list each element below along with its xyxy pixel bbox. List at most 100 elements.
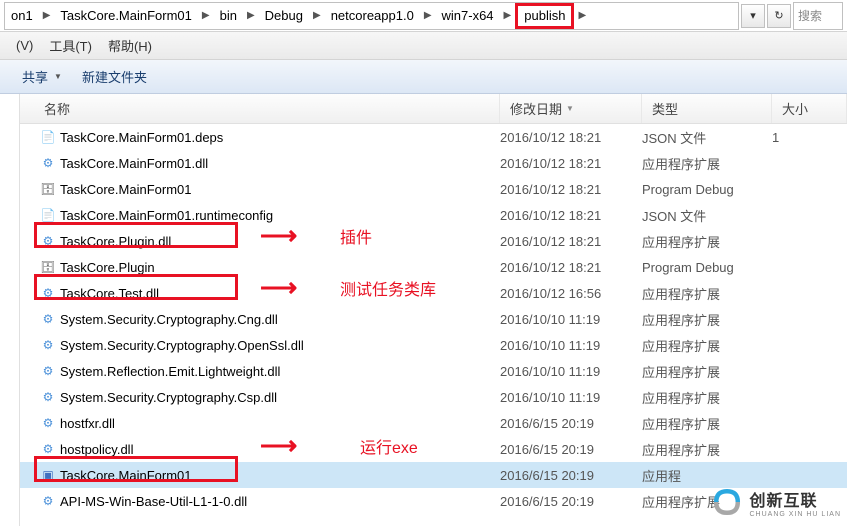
crumb-win7[interactable]: win7-x64 bbox=[436, 3, 500, 29]
file-name: System.Security.Cryptography.Csp.dll bbox=[60, 390, 277, 405]
logo-text: 创新互联 bbox=[749, 487, 841, 511]
menu-help[interactable]: 帮助(H) bbox=[100, 36, 160, 55]
file-name-cell: 🗄 TaskCore.Plugin bbox=[20, 259, 500, 275]
menu-bar: (V) 工具(T) 帮助(H) bbox=[0, 32, 847, 60]
file-date: 2016/6/15 20:19 bbox=[500, 416, 642, 431]
file-row[interactable]: 🗄 TaskCore.Plugin 2016/10/12 18:21Program … bbox=[20, 254, 847, 280]
col-date[interactable]: 修改日期▼ bbox=[500, 94, 642, 123]
file-date: 2016/10/10 11:19 bbox=[500, 364, 642, 379]
chevron-right-icon[interactable]: ▶ bbox=[500, 10, 516, 21]
file-row[interactable]: 🗄TaskCore.MainForm012016/10/12 18:21Prog… bbox=[20, 176, 847, 202]
file-name: TaskCore.MainForm01.runtimeconfig bbox=[60, 208, 273, 223]
file-row[interactable]: 📄TaskCore.MainForm01.deps2016/10/12 18:2… bbox=[20, 124, 847, 150]
json-file-icon: 📄 bbox=[40, 207, 56, 223]
file-type: Program Debug bbox=[642, 182, 772, 197]
exe-file-icon: ▣ bbox=[40, 467, 56, 483]
file-name-cell: ⚙ System.Reflection.Emit.Lightweight.dll bbox=[20, 363, 500, 379]
file-type: 应用程序扩展 bbox=[642, 310, 772, 329]
file-row[interactable]: ⚙hostpolicy.dll2016/6/15 20:19应用程序扩展 bbox=[20, 436, 847, 462]
file-row[interactable]: 📄TaskCore.MainForm01.runtimeconfig2016/1… bbox=[20, 202, 847, 228]
file-name-cell: ⚙API-MS-Win-Base-Util-L1-1-0.dll bbox=[20, 493, 500, 509]
file-row[interactable]: ⚙ System.Security.Cryptography.Csp.dll 201… bbox=[20, 384, 847, 410]
file-name: TaskCore.MainForm01 bbox=[60, 182, 192, 197]
file-type: 应用程序扩展 bbox=[642, 440, 772, 459]
col-type[interactable]: 类型 bbox=[642, 94, 772, 123]
file-row[interactable]: ⚙TaskCore.Plugin.dll2016/10/12 18:21应用程序… bbox=[20, 228, 847, 254]
file-type: 应用程序扩展 bbox=[642, 362, 772, 381]
file-type: Program Debug bbox=[642, 260, 772, 275]
dll-file-icon: ⚙ bbox=[40, 155, 56, 171]
address-bar: on1▶ TaskCore.MainForm01▶ bin▶ Debug▶ ne… bbox=[0, 0, 847, 32]
file-name-cell: 📄 TaskCore.MainForm01.deps bbox=[20, 129, 500, 145]
file-list: 名称 修改日期▼ 类型 大小 📄 TaskCore.MainForm01.deps… bbox=[20, 94, 847, 526]
col-name[interactable]: 名称 bbox=[20, 94, 500, 123]
file-row[interactable]: ⚙ System.Security.Cryptography.OpenSsl.dl… bbox=[20, 332, 847, 358]
file-type: 应用程序扩展 bbox=[642, 284, 772, 303]
column-headers: 名称 修改日期▼ 类型 大小 bbox=[20, 94, 847, 124]
dll-file-icon: ⚙ bbox=[40, 337, 56, 353]
file-type: JSON 文件 bbox=[642, 128, 772, 147]
logo-icon bbox=[709, 484, 745, 520]
file-name: TaskCore.Plugin bbox=[60, 260, 155, 275]
crumb-netcore[interactable]: netcoreapp1.0 bbox=[325, 3, 420, 29]
file-row[interactable]: ⚙ System.Reflection.Emit.Lightweight.dll 2… bbox=[20, 358, 847, 384]
crumb-mainform[interactable]: TaskCore.MainForm01 bbox=[54, 3, 198, 29]
file-row[interactable]: ⚙hostfxr.dll2016/6/15 20:19应用程序扩展 bbox=[20, 410, 847, 436]
content-area: 名称 修改日期▼ 类型 大小 📄 TaskCore.MainForm01.deps… bbox=[0, 94, 847, 526]
file-date: 2016/10/12 18:21 bbox=[500, 156, 642, 171]
file-name: System.Reflection.Emit.Lightweight.dll bbox=[60, 364, 280, 379]
breadcrumb[interactable]: on1▶ TaskCore.MainForm01▶ bin▶ Debug▶ ne… bbox=[4, 2, 739, 30]
file-row[interactable]: ⚙System.Security.Cryptography.Cng.dll201… bbox=[20, 306, 847, 332]
dll-file-icon: ⚙ bbox=[40, 441, 56, 457]
col-size[interactable]: 大小 bbox=[772, 94, 847, 123]
watermark-logo: 创新互联 CHUANG XIN HU LIAN bbox=[709, 484, 841, 520]
menu-view[interactable]: (V) bbox=[8, 38, 41, 53]
dll-file-icon: ⚙ bbox=[40, 363, 56, 379]
menu-tools[interactable]: 工具(T) bbox=[41, 36, 100, 55]
json-file-icon: 📄 bbox=[40, 129, 56, 145]
file-size: 1 bbox=[772, 130, 847, 145]
file-row[interactable]: ⚙TaskCore.MainForm01.dll2016/10/12 18:21… bbox=[20, 150, 847, 176]
file-name: TaskCore.MainForm01 bbox=[60, 468, 192, 483]
dll-file-icon: ⚙ bbox=[40, 389, 56, 405]
crumb-publish[interactable]: publish bbox=[515, 3, 574, 29]
chevron-right-icon[interactable]: ▶ bbox=[309, 10, 325, 21]
file-rows: 📄 TaskCore.MainForm01.deps 2016/10/12 18:2… bbox=[20, 124, 847, 514]
search-input[interactable]: 搜索 bbox=[793, 2, 843, 30]
refresh-button[interactable]: ↻ bbox=[767, 4, 791, 28]
chevron-right-icon[interactable]: ▶ bbox=[243, 10, 259, 21]
file-row[interactable]: ⚙TaskCore.Test.dll2016/10/12 16:56应用程序扩展 bbox=[20, 280, 847, 306]
nav-pane[interactable] bbox=[0, 94, 20, 526]
file-name-cell: ⚙TaskCore.Test.dll bbox=[20, 285, 500, 301]
file-date: 2016/10/12 18:21 bbox=[500, 234, 642, 249]
dll-file-icon: ⚙ bbox=[40, 415, 56, 431]
file-type: 应用程 bbox=[642, 466, 772, 485]
new-folder-button[interactable]: 新建文件夹 bbox=[72, 67, 157, 86]
file-date: 2016/10/10 11:19 bbox=[500, 312, 642, 327]
file-name-cell: ⚙ System.Security.Cryptography.Csp.dll bbox=[20, 389, 500, 405]
dll-file-icon: ⚙ bbox=[40, 285, 56, 301]
file-date: 2016/10/10 11:19 bbox=[500, 390, 642, 405]
file-name-cell: ⚙hostpolicy.dll bbox=[20, 441, 500, 457]
crumb-debug[interactable]: Debug bbox=[259, 3, 309, 29]
chevron-right-icon[interactable]: ▶ bbox=[39, 10, 55, 21]
file-date: 2016/10/12 18:21 bbox=[500, 260, 642, 275]
share-button[interactable]: 共享▼ bbox=[12, 67, 72, 86]
chevron-right-icon[interactable]: ▶ bbox=[574, 10, 590, 21]
pdb-file-icon: 🗄 bbox=[40, 259, 56, 275]
file-name: TaskCore.MainForm01.deps bbox=[60, 130, 223, 145]
history-dropdown-button[interactable]: ▾ bbox=[741, 4, 765, 28]
chevron-down-icon: ▼ bbox=[54, 72, 62, 81]
file-name-cell: ⚙hostfxr.dll bbox=[20, 415, 500, 431]
file-type: 应用程序扩展 bbox=[642, 232, 772, 251]
crumb-on1[interactable]: on1 bbox=[5, 3, 39, 29]
file-date: 2016/10/12 18:21 bbox=[500, 182, 642, 197]
file-date: 2016/10/10 11:19 bbox=[500, 338, 642, 353]
file-date: 2016/6/15 20:19 bbox=[500, 442, 642, 457]
dll-file-icon: ⚙ bbox=[40, 233, 56, 249]
crumb-bin[interactable]: bin bbox=[214, 3, 243, 29]
chevron-right-icon[interactable]: ▶ bbox=[198, 10, 214, 21]
file-type: JSON 文件 bbox=[642, 206, 772, 225]
chevron-right-icon[interactable]: ▶ bbox=[420, 10, 436, 21]
file-name: System.Security.Cryptography.OpenSsl.dll bbox=[60, 338, 304, 353]
